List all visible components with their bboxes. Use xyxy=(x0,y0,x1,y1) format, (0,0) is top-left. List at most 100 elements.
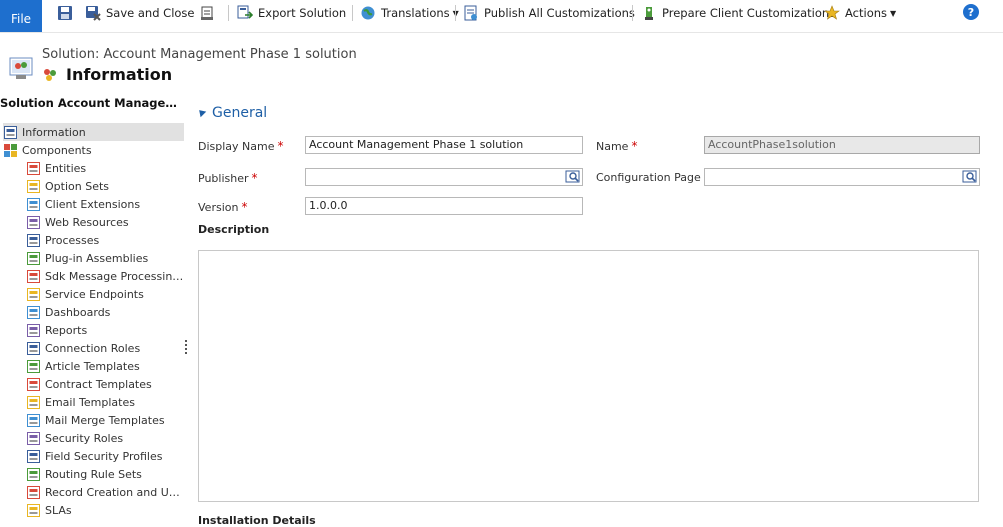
article-templates-icon xyxy=(27,359,40,373)
nav-item-label: Web Resources xyxy=(45,215,129,229)
required-marker: * xyxy=(277,139,284,153)
section-title: General xyxy=(212,105,268,121)
nav-item-label: Routing Rule Sets xyxy=(45,467,142,481)
name-field[interactable]: AccountPhase1solution xyxy=(704,136,980,154)
description-textarea[interactable] xyxy=(198,250,979,502)
publish-all-button[interactable]: Publish All Customizations xyxy=(463,4,635,22)
export-icon xyxy=(237,5,253,19)
nav-item-record-creation[interactable]: Record Creation and Updat... xyxy=(26,483,184,501)
nav-item-reports[interactable]: Reports xyxy=(26,321,184,339)
page-title-row: Information xyxy=(42,65,172,84)
lookup-icon[interactable] xyxy=(565,169,581,185)
display-name-field[interactable]: Account Management Phase 1 solution xyxy=(305,136,583,154)
processes-icon xyxy=(27,233,40,247)
web-resources-icon xyxy=(27,215,40,229)
nav-item-option-sets[interactable]: Option Sets xyxy=(26,177,184,195)
nav-item-contract-templates[interactable]: Contract Templates xyxy=(26,375,184,393)
nav-item-label: Article Templates xyxy=(45,359,140,373)
nav-item-mail-merge-templates[interactable]: Mail Merge Templates xyxy=(26,411,184,429)
nav-item-client-extensions[interactable]: Client Extensions xyxy=(26,195,184,213)
mail-merge-templates-icon xyxy=(27,413,40,427)
save-and-close-button[interactable]: Save and Close xyxy=(85,4,195,22)
information-icon xyxy=(4,125,17,139)
globe-icon xyxy=(361,6,375,20)
print-preview-button[interactable] xyxy=(199,4,215,22)
nav-item-label: Connection Roles xyxy=(45,341,141,355)
client-extensions-icon xyxy=(27,197,40,211)
toolbar-separator xyxy=(228,5,229,21)
solution-nav: Solution Account Management Ph... Inform… xyxy=(0,93,188,527)
display-name-label: Display Name * xyxy=(198,139,284,153)
nav-item-article-templates[interactable]: Article Templates xyxy=(26,357,184,375)
toolbar-separator xyxy=(632,5,633,21)
publisher-lookup[interactable] xyxy=(305,168,583,186)
nav-item-slas[interactable]: SLAs xyxy=(26,501,184,519)
breadcrumb: Solution: Account Management Phase 1 sol… xyxy=(42,47,357,62)
nav-item-routing-rules[interactable]: Routing Rule Sets xyxy=(26,465,184,483)
nav-item-label: Option Sets xyxy=(45,179,110,193)
record-creation-icon xyxy=(27,485,40,499)
translations-button[interactable]: Translations ▼ xyxy=(360,4,459,22)
nav-item-email-templates[interactable]: Email Templates xyxy=(26,393,184,411)
display-name-label-text: Display Name xyxy=(198,139,275,153)
chevron-down-icon: ▼ xyxy=(890,8,897,18)
print-preview-icon xyxy=(201,6,213,20)
dashboards-icon xyxy=(27,305,40,319)
save-close-icon xyxy=(86,6,101,21)
nav-item-plugin-assemblies[interactable]: Plug-in Assemblies xyxy=(26,249,184,267)
lookup-icon[interactable] xyxy=(962,169,978,185)
actions-button[interactable]: Actions ▼ xyxy=(824,4,896,22)
save-icon xyxy=(58,6,72,20)
nav-item-field-security[interactable]: Field Security Profiles xyxy=(26,447,184,465)
name-label-text: Name xyxy=(596,139,629,153)
actions-label: Actions xyxy=(845,6,888,20)
nav-item-connection-roles[interactable]: Connection Roles xyxy=(26,339,184,357)
file-button[interactable]: File xyxy=(0,0,42,32)
components-icon xyxy=(4,143,17,157)
plugin-assemblies-icon xyxy=(27,251,40,265)
nav-splitter-handle[interactable] xyxy=(185,338,188,358)
sdk-message-icon xyxy=(27,269,40,283)
nav-item-label: SLAs xyxy=(45,503,72,517)
installation-details-label: Installation Details xyxy=(198,514,316,527)
option-sets-icon xyxy=(27,179,40,193)
name-label: Name * xyxy=(596,139,637,153)
nav-item-label: Field Security Profiles xyxy=(45,449,163,463)
nav-item-label: Sdk Message Processing St... xyxy=(45,269,184,283)
nav-item-label: Information xyxy=(22,125,86,139)
nav-item-entities[interactable]: Entities xyxy=(26,159,184,177)
version-label: Version * xyxy=(198,200,247,214)
export-solution-label: Export Solution xyxy=(258,6,347,20)
nav-item-label: Reports xyxy=(45,323,88,337)
toolbar-separator xyxy=(455,5,456,21)
command-bar: File Save and Close Export Solution Tran… xyxy=(0,0,1003,33)
required-marker: * xyxy=(251,171,258,185)
nav-item-security-roles[interactable]: Security Roles xyxy=(26,429,184,447)
nav-item-processes[interactable]: Processes xyxy=(26,231,184,249)
collapse-triangle-icon xyxy=(196,107,207,118)
prepare-client-customizations-button[interactable]: Prepare Client Customizations xyxy=(641,4,835,22)
publish-all-label: Publish All Customizations xyxy=(484,6,635,20)
configuration-page-label-text: Configuration Page xyxy=(596,171,701,184)
nav-item-components[interactable]: Components xyxy=(3,141,184,159)
section-general-header[interactable]: General xyxy=(196,105,268,121)
help-icon[interactable]: ? xyxy=(963,4,979,20)
nav-item-label: Processes xyxy=(45,233,100,247)
nav-item-sdk-message[interactable]: Sdk Message Processing St... xyxy=(26,267,184,285)
solution-icon xyxy=(9,57,33,79)
contract-templates-icon xyxy=(27,377,40,391)
nav-item-web-resources[interactable]: Web Resources xyxy=(26,213,184,231)
export-solution-button[interactable]: Export Solution xyxy=(237,4,346,22)
configuration-page-lookup[interactable] xyxy=(704,168,980,186)
translations-label: Translations xyxy=(381,6,450,20)
entities-icon xyxy=(27,161,40,175)
nav-item-label: Entities xyxy=(45,161,87,175)
version-field[interactable]: 1.0.0.0 xyxy=(305,197,583,215)
nav-item-label: Service Endpoints xyxy=(45,287,144,301)
nav-item-label: Security Roles xyxy=(45,431,124,445)
nav-item-information[interactable]: Information xyxy=(3,123,184,141)
nav-item-service-endpoints[interactable]: Service Endpoints xyxy=(26,285,184,303)
nav-item-dashboards[interactable]: Dashboards xyxy=(26,303,184,321)
save-button[interactable] xyxy=(57,4,73,22)
connection-roles-icon xyxy=(27,341,40,355)
